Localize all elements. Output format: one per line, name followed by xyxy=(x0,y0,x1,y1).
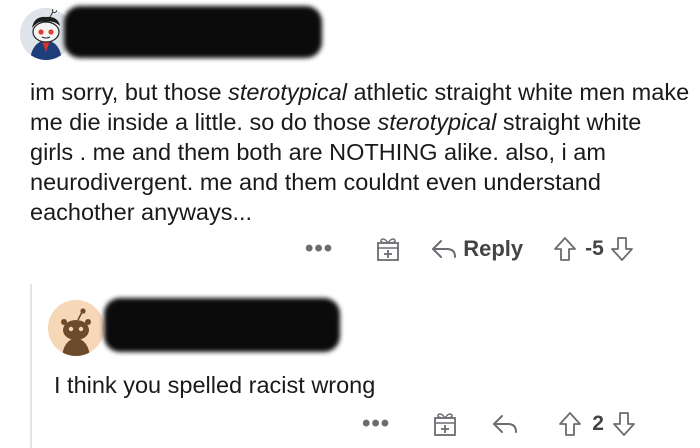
comment-body-italic-run: sterotypical xyxy=(228,79,347,105)
downvote-arrow-icon xyxy=(613,412,635,436)
comment-body-italic-run: sterotypical xyxy=(377,109,497,135)
reply-user-avatar[interactable] xyxy=(48,300,104,356)
more-options-icon[interactable]: ••• xyxy=(305,237,333,261)
upvote-arrow-icon xyxy=(554,237,577,261)
default-snoo-avatar-icon xyxy=(48,300,104,356)
reply-arrow-icon xyxy=(493,415,518,433)
reply-action-bar: ••• 2 xyxy=(362,411,636,437)
reply-button[interactable]: Reply xyxy=(431,236,523,262)
downvote-button[interactable] xyxy=(612,411,636,437)
redacted-username xyxy=(64,6,322,58)
reply-label: Reply xyxy=(463,236,524,261)
award-gift-icon[interactable] xyxy=(432,411,458,437)
upvote-button[interactable] xyxy=(558,411,582,437)
vote-count: -5 xyxy=(585,237,604,260)
upvote-button[interactable] xyxy=(553,236,577,262)
vote-count: 2 xyxy=(592,412,604,435)
award-gift-icon[interactable] xyxy=(375,236,401,262)
reply-comment-body: I think you spelled racist wrong xyxy=(54,372,376,398)
reply-arrow-icon xyxy=(432,240,457,258)
downvote-button[interactable] xyxy=(610,236,634,262)
comment-body-run: im sorry, but those xyxy=(30,79,229,105)
upvote-arrow-icon xyxy=(559,412,582,436)
downvote-arrow-icon xyxy=(610,237,633,261)
comment-body: im sorry, but those sterotypical athleti… xyxy=(30,77,690,227)
thread-line[interactable] xyxy=(30,284,32,448)
comment-action-bar: ••• Reply -5 xyxy=(305,236,634,262)
redacted-username xyxy=(104,298,340,352)
reply-button[interactable] xyxy=(492,413,518,435)
more-options-icon[interactable]: ••• xyxy=(362,412,390,436)
